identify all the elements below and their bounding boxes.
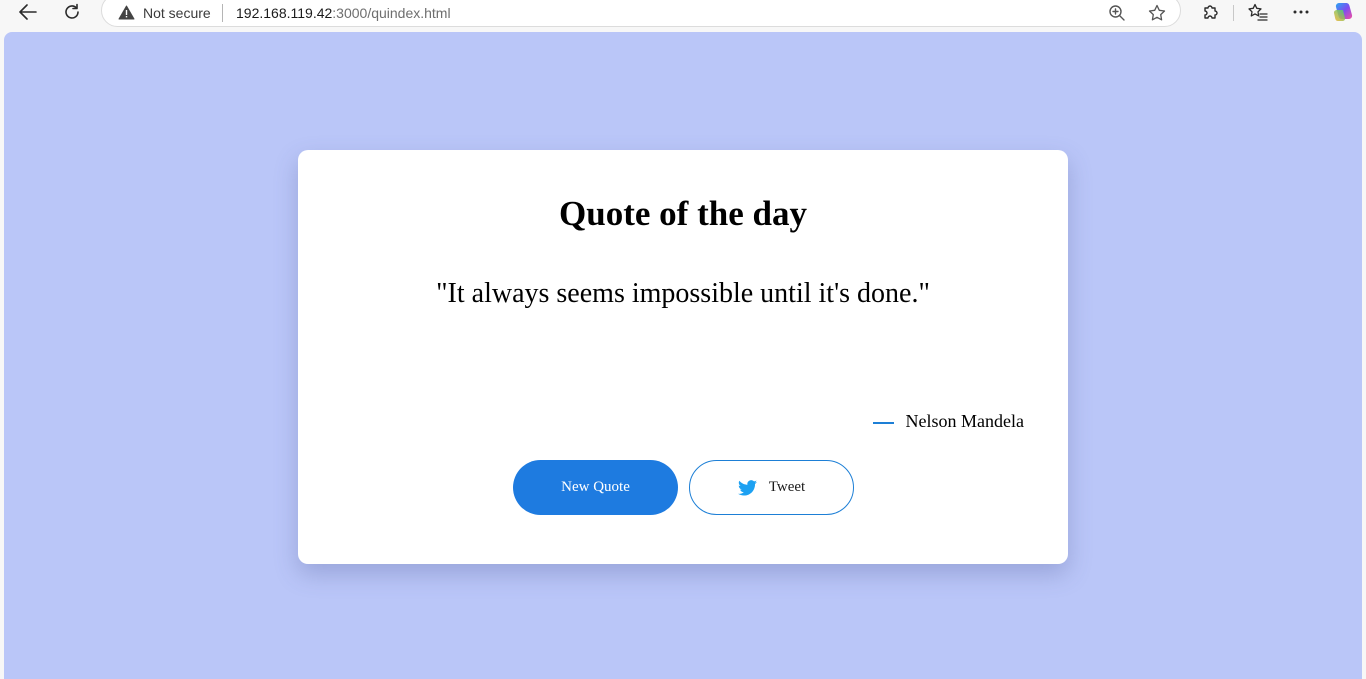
zoom-icon[interactable] xyxy=(1108,4,1126,22)
new-quote-button[interactable]: New Quote xyxy=(513,460,678,515)
quote-author: Nelson Mandela xyxy=(905,411,1024,431)
copilot-button[interactable] xyxy=(1330,0,1358,24)
copilot-icon xyxy=(1333,3,1353,21)
toolbar-separator xyxy=(1233,5,1234,21)
back-arrow-icon xyxy=(19,4,37,20)
tweet-label: Tweet xyxy=(768,479,806,495)
address-bar[interactable]: Not secure 192.168.119.42:3000/quindex.h… xyxy=(101,0,1181,27)
back-button[interactable] xyxy=(14,0,42,24)
favorites-button[interactable] xyxy=(1244,0,1272,24)
tweet-button[interactable]: Tweet xyxy=(689,460,854,515)
extensions-icon xyxy=(1204,5,1218,19)
quote-text: "It always seems impossible until it's d… xyxy=(436,278,930,309)
extensions-button[interactable] xyxy=(1196,0,1224,24)
refresh-button[interactable] xyxy=(58,0,86,24)
warning-icon[interactable] xyxy=(118,5,135,20)
page-title: Quote of the day xyxy=(559,194,807,233)
more-button[interactable] xyxy=(1287,0,1315,24)
security-label[interactable]: Not secure xyxy=(143,5,211,21)
browser-toolbar: Not secure 192.168.119.42:3000/quindex.h… xyxy=(0,0,1366,28)
favorites-icon xyxy=(1248,3,1268,21)
url-host: 192.168.119.42 xyxy=(236,5,333,21)
favorite-star-icon[interactable] xyxy=(1148,4,1166,22)
more-icon xyxy=(1293,10,1309,14)
page-viewport: Quote of the day "It always seems imposs… xyxy=(4,32,1362,679)
refresh-icon xyxy=(65,3,79,19)
address-divider xyxy=(222,4,223,22)
twitter-bird-icon xyxy=(737,479,757,496)
quote-card: Quote of the day "It always seems imposs… xyxy=(298,150,1068,564)
author-row: Nelson Mandela xyxy=(872,410,1024,432)
url-text[interactable]: 192.168.119.42:3000/quindex.html xyxy=(236,5,451,21)
url-path: :3000/quindex.html xyxy=(332,5,451,21)
author-dash xyxy=(872,421,894,424)
